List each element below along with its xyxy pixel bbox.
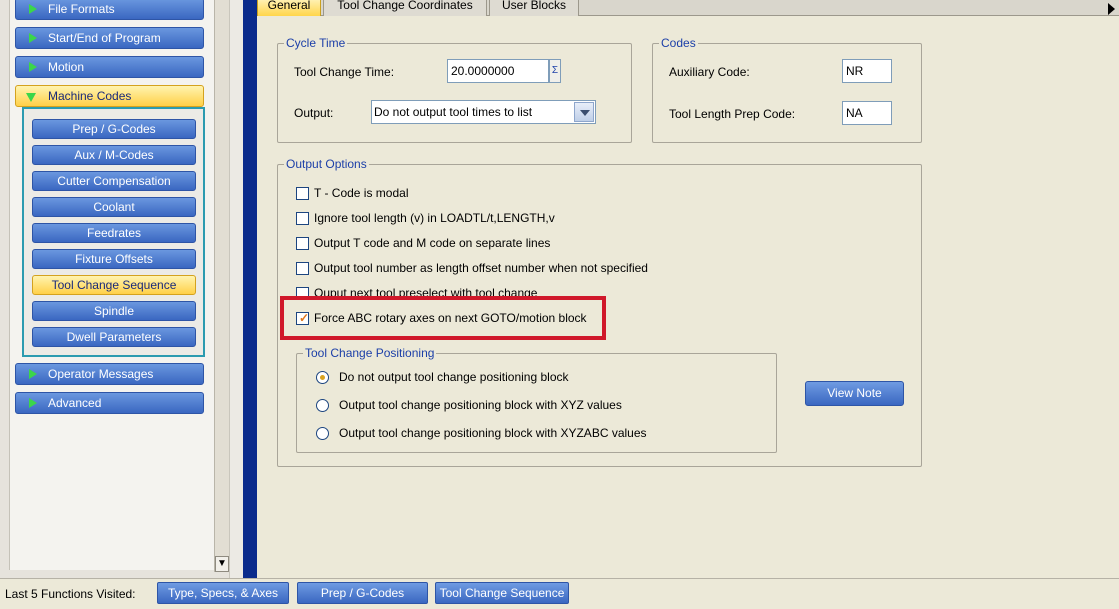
sub-item-dwell-parameters[interactable]: Dwell Parameters — [32, 327, 196, 347]
sub-item-tool-change-sequence[interactable]: Tool Change Sequence — [32, 275, 196, 295]
checkbox[interactable] — [296, 262, 309, 275]
nav-item-label: Machine Codes — [48, 89, 132, 103]
splitter-bar[interactable] — [243, 0, 257, 578]
group-title: Codes — [659, 36, 698, 50]
expand-arrow-icon — [29, 62, 37, 72]
tool-change-time-label: Tool Change Time: — [294, 65, 395, 79]
tab-tool-change-coordinates[interactable]: Tool Change Coordinates — [323, 0, 487, 16]
checkbox[interactable] — [296, 212, 309, 225]
group-title: Output Options — [284, 157, 369, 171]
cycle-time-group: Cycle Time — [277, 36, 632, 143]
nav-item-label: File Formats — [48, 2, 115, 16]
group-title: Tool Change Positioning — [303, 346, 437, 360]
nav-item-label: Motion — [48, 60, 85, 74]
tool-change-time-input[interactable]: 20.0000000 — [447, 59, 549, 83]
output-select[interactable]: Do not output tool times to list — [371, 100, 596, 124]
highlight-annotation — [280, 296, 606, 340]
nav-item-file-formats[interactable]: File Formats — [15, 0, 204, 20]
nav-item-start-end-of-program[interactable]: Start/End of Program — [15, 27, 204, 49]
nav-item-operator-messages[interactable]: Operator Messages — [15, 363, 204, 385]
nav-item-advanced[interactable]: Advanced — [15, 392, 204, 414]
tool-length-prep-code-label: Tool Length Prep Code: — [669, 107, 796, 121]
recent-function-button[interactable]: Tool Change Sequence — [435, 582, 569, 604]
checkbox-label: Output T code and M code on separate lin… — [314, 236, 551, 250]
expand-arrow-icon — [29, 398, 37, 408]
tab-general[interactable]: General — [257, 0, 321, 16]
radio-label: Output tool change positioning block wit… — [339, 426, 647, 440]
checkbox-label: Output tool number as length offset numb… — [314, 261, 648, 275]
group-title: Cycle Time — [284, 36, 348, 50]
left-navigation-panel: File Formats Start/End of Program Motion… — [0, 0, 243, 578]
scroll-down-icon[interactable]: ▼ — [215, 556, 229, 572]
radio-button[interactable] — [316, 371, 329, 384]
checkbox[interactable] — [296, 187, 309, 200]
nav-item-label: Advanced — [48, 396, 102, 410]
expand-arrow-icon — [29, 4, 37, 14]
radio-selected-dot — [320, 375, 325, 380]
recent-function-button[interactable]: Type, Specs, & Axes — [157, 582, 289, 604]
expand-arrow-icon — [29, 369, 37, 379]
codes-group: Codes — [652, 36, 922, 143]
checkbox-label: Ignore tool length (v) in LOADTL/t,LENGT… — [314, 211, 555, 225]
sub-item-spindle[interactable]: Spindle — [32, 301, 196, 321]
collapse-arrow-icon — [26, 93, 36, 102]
sub-item-prep-g-codes[interactable]: Prep / G-Codes — [32, 119, 196, 139]
radio-button[interactable] — [316, 427, 329, 440]
sub-item-feedrates[interactable]: Feedrates — [32, 223, 196, 243]
checkbox[interactable] — [296, 237, 309, 250]
sigma-icon[interactable]: Σ — [549, 59, 561, 83]
nav-item-motion[interactable]: Motion — [15, 56, 204, 78]
nav-item-machine-codes[interactable]: Machine Codes — [15, 85, 204, 107]
tab-user-blocks[interactable]: User Blocks — [489, 0, 579, 16]
tool-length-prep-code-input[interactable]: NA — [842, 101, 892, 125]
recent-functions-label: Last 5 Functions Visited: — [5, 587, 136, 601]
view-note-button[interactable]: View Note — [805, 381, 904, 406]
radio-button[interactable] — [316, 399, 329, 412]
machine-codes-submenu: Prep / G-Codes Aux / M-Codes Cutter Comp… — [22, 107, 205, 357]
output-label: Output: — [294, 106, 334, 120]
sub-item-cutter-compensation[interactable]: Cutter Compensation — [32, 171, 196, 191]
recent-functions-bar: Last 5 Functions Visited: Type, Specs, &… — [0, 578, 1119, 609]
tab-strip: General Tool Change Coordinates User Blo… — [257, 0, 1119, 16]
checkbox-label: T - Code is modal — [314, 186, 409, 200]
nav-scrollbar[interactable]: ▼ — [214, 0, 229, 572]
radio-label: Output tool change positioning block wit… — [339, 398, 622, 412]
auxiliary-code-input[interactable]: NR — [842, 59, 892, 83]
tab-scroll-right-icon[interactable] — [1108, 3, 1115, 15]
sub-item-fixture-offsets[interactable]: Fixture Offsets — [32, 249, 196, 269]
nav-item-label: Operator Messages — [48, 367, 154, 381]
panel-divider[interactable] — [229, 0, 243, 578]
nav-item-label: Start/End of Program — [48, 31, 161, 45]
chevron-down-icon[interactable] — [574, 102, 594, 122]
auxiliary-code-label: Auxiliary Code: — [669, 65, 750, 79]
output-select-value: Do not output tool times to list — [374, 105, 533, 119]
sub-item-coolant[interactable]: Coolant — [32, 197, 196, 217]
sub-item-aux-m-codes[interactable]: Aux / M-Codes — [32, 145, 196, 165]
expand-arrow-icon — [29, 33, 37, 43]
radio-label: Do not output tool change positioning bl… — [339, 370, 569, 384]
recent-function-button[interactable]: Prep / G-Codes — [297, 582, 428, 604]
